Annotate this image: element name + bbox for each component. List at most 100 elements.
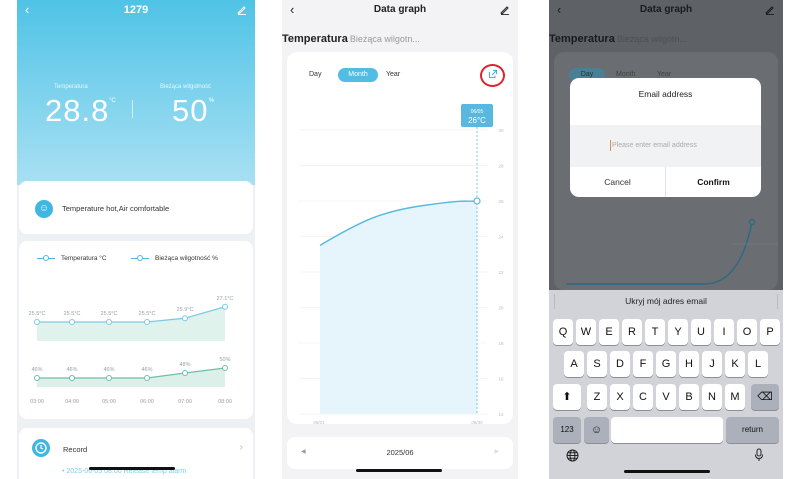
temperature-point — [34, 319, 40, 325]
humidity-value: 50 — [172, 93, 209, 128]
record-chevron-icon: › — [239, 442, 243, 453]
metric-tabs: Temperatura Bieżąca wilgotn... — [282, 29, 420, 47]
humidity-data-label: 46% — [141, 367, 152, 373]
face-icon: ☺ — [35, 200, 53, 218]
key-r[interactable]: R — [622, 319, 642, 345]
humidity-label: Bieżąca wilgotność — [160, 84, 212, 90]
key-q[interactable]: Q — [553, 319, 573, 345]
key-h[interactable]: H — [679, 351, 699, 377]
key-f[interactable]: F — [633, 351, 653, 377]
emoji-key[interactable]: ☺ — [584, 417, 609, 443]
key-c[interactable]: C — [633, 384, 653, 410]
month-pager: ◀ 2025/06 ▶ — [287, 437, 513, 469]
key-e[interactable]: E — [599, 319, 619, 345]
delete-key[interactable]: ⌫ — [751, 384, 779, 410]
graph-card: Day Month Year 30 28 26 24 22 20 18 16 14 06/05 26… — [287, 52, 513, 424]
x-tick-label: 06/01 — [313, 420, 325, 424]
shift-key[interactable]: ⬆ — [553, 384, 581, 410]
key-i[interactable]: I — [714, 319, 734, 345]
temperature-area-chart: 30 28 26 24 22 20 18 16 14 06/0526°C 06/01 06/30 — [299, 104, 504, 424]
temperature-point — [182, 315, 188, 322]
x-tick-label: 05:00 — [102, 399, 116, 405]
tab-wilgotnosc[interactable]: Bieżąca wilgotn... — [617, 34, 687, 44]
space-key[interactable] — [611, 417, 723, 443]
microphone-icon[interactable] — [754, 448, 764, 462]
pencil-icon[interactable] — [765, 5, 775, 15]
tooltip-date: 06/05 — [471, 109, 484, 115]
temperature-point — [222, 303, 228, 310]
y-tick-label: 16 — [498, 377, 504, 382]
status-card: ☺ Temperature hot,Air comfortable — [19, 181, 253, 234]
humidity-point — [106, 375, 112, 381]
key-n[interactable]: N — [702, 384, 722, 410]
key-b[interactable]: B — [679, 384, 699, 410]
temperature-point — [144, 319, 150, 325]
record-card[interactable]: Record › • 2025-06-05 08:00 Release temp… — [19, 428, 253, 479]
tab-temperatura[interactable]: Temperatura — [549, 33, 615, 45]
x-tick-label: 08:00 — [218, 399, 232, 405]
humidity-point — [222, 365, 228, 371]
clock-icon — [32, 439, 50, 457]
email-input[interactable]: Please enter email address — [570, 125, 761, 167]
numbers-key[interactable]: 123 — [553, 417, 581, 443]
key-w[interactable]: W — [576, 319, 596, 345]
humidity-data-label: 48% — [179, 362, 190, 368]
temperature-unit: °C — [109, 98, 116, 104]
metric-tabs: Temperatura Bieżąca wilgotn... — [549, 29, 687, 47]
key-s[interactable]: S — [587, 351, 607, 377]
key-x[interactable]: X — [610, 384, 630, 410]
temperature-data-label: 25.5°C — [139, 311, 156, 317]
key-o[interactable]: O — [737, 319, 757, 345]
key-u[interactable]: U — [691, 319, 711, 345]
next-month-button[interactable]: ▶ — [494, 448, 499, 455]
key-j[interactable]: J — [702, 351, 722, 377]
temperature-value: 28.8 — [45, 93, 110, 128]
cancel-button[interactable]: Cancel — [570, 167, 665, 197]
key-z[interactable]: Z — [587, 384, 607, 410]
humidity-data-label: 50% — [219, 357, 230, 363]
key-l[interactable]: L — [748, 351, 768, 377]
home-indicator — [624, 470, 710, 473]
temperature-label: Temperatura — [54, 84, 88, 90]
key-d[interactable]: D — [610, 351, 630, 377]
confirm-button[interactable]: Confirm — [666, 167, 761, 197]
key-t[interactable]: T — [645, 319, 665, 345]
humidity-point — [69, 375, 75, 381]
pencil-icon[interactable] — [500, 5, 510, 15]
temperature-data-label: 25.5°C — [101, 311, 118, 317]
y-tick-label: 24 — [498, 235, 504, 240]
tab-temperatura[interactable]: Temperatura — [282, 33, 348, 45]
keyboard-suggestion[interactable]: Ukryj mój adres email — [549, 296, 783, 306]
key-p[interactable]: P — [760, 319, 780, 345]
humidity-data-label: 46% — [66, 367, 77, 373]
x-tick-label: 06/30 — [471, 420, 483, 424]
data-point — [748, 218, 756, 226]
tab-wilgotnosc[interactable]: Bieżąca wilgotn... — [350, 34, 420, 44]
key-g[interactable]: G — [656, 351, 676, 377]
temperature-point — [69, 319, 75, 325]
history-chart-card: Temperatura °C Bieżąca wilgotność % 25.5… — [19, 241, 253, 419]
key-a[interactable]: A — [564, 351, 584, 377]
hero-divider — [132, 100, 133, 118]
home-indicator — [356, 469, 442, 472]
y-tick-label: 22 — [498, 270, 504, 275]
page-title: Data graph — [639, 4, 693, 15]
pencil-icon[interactable] — [237, 5, 247, 15]
key-y[interactable]: Y — [668, 319, 688, 345]
humidity-point — [144, 375, 150, 381]
keyboard: Ukryj mój adres email 123 ☺ return QWERT… — [549, 290, 783, 479]
history-line-chart: 25.5°C 46% 03:00 25.5°C 46% 04:00 25.5°C 46% 05:… — [29, 296, 234, 405]
y-tick-label: 14 — [498, 412, 504, 417]
key-v[interactable]: V — [656, 384, 676, 410]
key-k[interactable]: K — [725, 351, 745, 377]
screen-device-overview: ‹ 1279 Temperatura 28.8 °C Bieżąca wilgo… — [17, 0, 255, 479]
y-tick-label: 28 — [498, 164, 504, 169]
humidity-data-label: 46% — [31, 367, 42, 373]
return-key[interactable]: return — [726, 417, 779, 443]
humidity-unit: % — [209, 98, 215, 104]
key-m[interactable]: M — [725, 384, 745, 410]
pager-label: 2025/06 — [386, 448, 414, 457]
globe-icon[interactable] — [566, 449, 579, 462]
home-indicator — [89, 467, 175, 470]
temperature-data-label: 25.5°C — [29, 311, 46, 317]
